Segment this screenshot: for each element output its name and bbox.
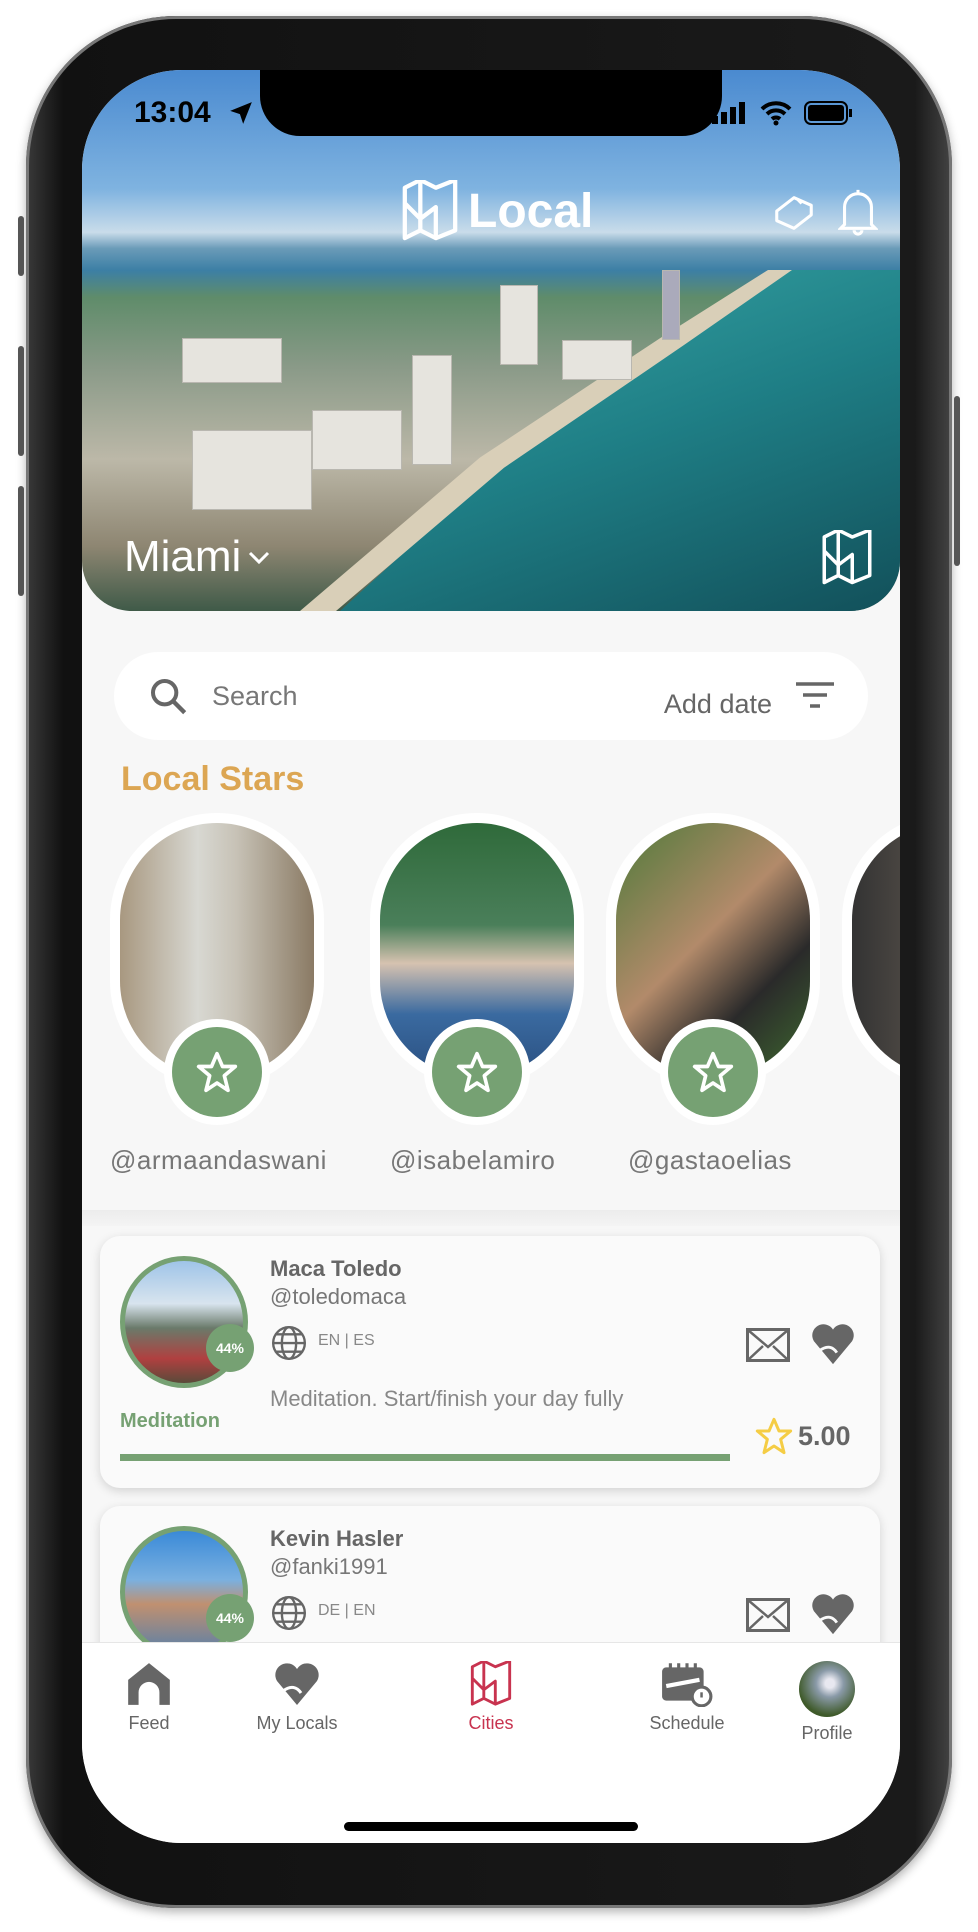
globe-icon: [271, 1325, 307, 1361]
ticket-icon[interactable]: [770, 190, 818, 236]
local-name: Kevin Hasler: [270, 1526, 404, 1551]
filter-icon[interactable]: [796, 681, 834, 711]
languages: EN | ES: [318, 1332, 375, 1349]
star-icon: [196, 1051, 238, 1093]
volume-down-button: [18, 486, 24, 596]
local-card[interactable]: 44% Maca Toledo @toledomaca EN | ES Medi…: [100, 1236, 880, 1488]
calendar-icon: [662, 1663, 713, 1707]
notch: [260, 70, 722, 136]
city-selector[interactable]: Miami: [124, 532, 271, 582]
languages: DE | EN: [318, 1602, 376, 1619]
star-icon: [692, 1051, 734, 1093]
search-input[interactable]: Search: [212, 681, 664, 712]
rating: 5.00: [754, 1416, 851, 1456]
map-logo-icon: [402, 180, 458, 241]
mail-icon[interactable]: [746, 1598, 790, 1632]
city-hero-image: 13:04 Local Miami: [82, 70, 900, 611]
tab-profile[interactable]: Profile: [752, 1661, 900, 1744]
local-star-card[interactable]: [606, 813, 820, 1125]
city-name: Miami: [124, 532, 242, 581]
category-label: Meditation: [120, 1410, 220, 1432]
search-bar[interactable]: Search Add date: [114, 652, 868, 740]
chevron-down-icon: [249, 551, 270, 565]
progress-bar: [120, 1454, 731, 1461]
star-handle[interactable]: @armaandaswani: [110, 1145, 327, 1176]
tab-label: My Locals: [256, 1713, 338, 1733]
heart-icon: [275, 1663, 319, 1705]
wifi-icon: [760, 101, 792, 126]
tab-cities[interactable]: Cities: [416, 1661, 566, 1734]
mute-switch: [18, 216, 24, 276]
search-icon: [151, 679, 187, 715]
avatar: [799, 1661, 855, 1717]
signal-icon: [712, 102, 745, 124]
match-badge: 44%: [206, 1594, 254, 1642]
tab-my-locals[interactable]: My Locals: [222, 1661, 372, 1734]
local-star-card[interactable]: [842, 813, 900, 1088]
tab-schedule[interactable]: Schedule: [612, 1661, 762, 1734]
star-outline-icon: [755, 1417, 793, 1455]
star-icon: [456, 1051, 498, 1093]
battery-icon: [804, 101, 852, 125]
tab-bar: Feed My Locals Cities Schedule Profile: [82, 1642, 900, 1843]
tab-feed[interactable]: Feed: [82, 1661, 224, 1734]
mail-icon[interactable]: [746, 1328, 790, 1362]
local-handle: @fanki1991: [270, 1554, 388, 1579]
home-indicator[interactable]: [344, 1822, 638, 1831]
power-button: [954, 396, 960, 566]
heart-icon[interactable]: [810, 1322, 856, 1366]
home-icon: [128, 1663, 170, 1705]
brand-name: Local: [468, 184, 594, 238]
star-handle[interactable]: @isabelamiro: [390, 1145, 555, 1176]
star-photo: [852, 823, 900, 1078]
tab-label: Cities: [468, 1713, 514, 1733]
rating-value: 5.00: [798, 1420, 851, 1451]
location-arrow-icon: [230, 102, 252, 124]
app-logo: Local: [400, 180, 593, 242]
volume-up-button: [18, 346, 24, 456]
status-time: 13:04: [134, 96, 211, 129]
local-name: Maca Toledo: [270, 1256, 402, 1281]
local-handle: @toledomaca: [270, 1284, 407, 1309]
tab-label: Schedule: [649, 1713, 725, 1733]
app-screen: 13:04 Local Miami Search Add date Local …: [82, 70, 900, 1843]
star-handle[interactable]: @gastaoelias: [628, 1145, 792, 1176]
heart-icon[interactable]: [810, 1592, 856, 1636]
tab-label: Feed: [128, 1713, 170, 1733]
add-date-button[interactable]: Add date: [664, 689, 772, 720]
tab-label: Profile: [801, 1723, 853, 1743]
local-star-card[interactable]: [110, 813, 324, 1125]
globe-icon: [271, 1595, 307, 1631]
map-icon: [470, 1661, 512, 1706]
section-divider: [82, 1210, 900, 1226]
local-stars-title: Local Stars: [121, 760, 305, 798]
local-star-card[interactable]: [370, 813, 584, 1125]
bell-icon[interactable]: [838, 186, 878, 236]
match-badge: 44%: [206, 1324, 254, 1372]
local-description: Meditation. Start/finish your day fully: [270, 1386, 624, 1411]
map-icon[interactable]: [820, 530, 874, 586]
